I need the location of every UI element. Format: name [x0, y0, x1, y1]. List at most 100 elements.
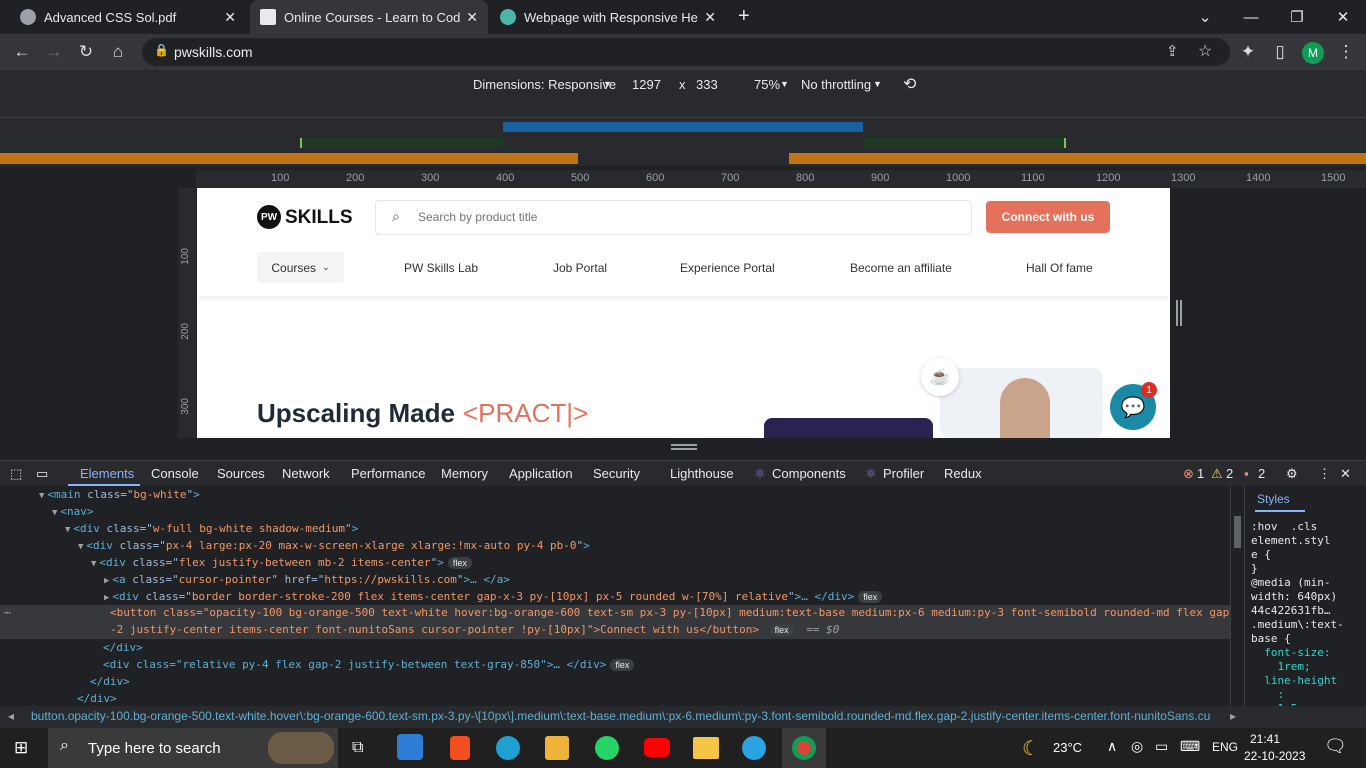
style-rule-line[interactable]: line-height: [1251, 674, 1337, 687]
dom-tree-line[interactable]: ▼ <div class="flex justify-between mb-2 i…: [0, 554, 1230, 571]
dom-tree-line[interactable]: <div class="relative py-4 flex gap-2 jus…: [0, 656, 1230, 673]
flex-badge[interactable]: flex: [610, 659, 635, 671]
address-bar[interactable]: 🔒 pwskills.com ⇪ ☆: [142, 38, 1230, 66]
expand-arrow-icon[interactable]: ▶: [104, 576, 109, 586]
height-input[interactable]: 333: [696, 77, 718, 92]
max-width-query-bar[interactable]: [503, 122, 863, 132]
devtools-menu-icon[interactable]: ⋮: [1318, 466, 1331, 482]
close-icon[interactable]: ✕: [466, 9, 478, 26]
styles-pane[interactable]: Styles :hov .cls element.styl e {} @media (…: [1244, 486, 1366, 706]
nav-link-hall-of-fame[interactable]: Hall Of fame: [1026, 261, 1093, 275]
task-view-icon[interactable]: ⧉: [352, 739, 363, 757]
attr-value[interactable]: w-full bg-white shadow-medium: [153, 522, 345, 535]
dom-tree-line[interactable]: ▼ <nav>: [0, 503, 1230, 520]
expand-arrow-icon[interactable]: ▼: [78, 542, 83, 552]
close-devtools-icon[interactable]: ✕: [1340, 466, 1351, 482]
side-panel-icon[interactable]: ▯: [1266, 38, 1294, 66]
share-icon[interactable]: ⇪: [1166, 42, 1179, 60]
search-box[interactable]: ⌕: [375, 200, 972, 235]
attr-value[interactable]: border border-stroke-200 flex items-cent…: [192, 590, 788, 603]
tab-components[interactable]: Components: [772, 466, 846, 481]
style-rule-line[interactable]: :hov .cls: [1251, 520, 1317, 533]
breadcrumb-path[interactable]: button.opacity-100.bg-orange-500.text-wh…: [31, 709, 1221, 723]
close-icon[interactable]: ✕: [224, 9, 236, 26]
flex-badge[interactable]: flex: [769, 624, 794, 636]
dom-tree-line[interactable]: </div>: [0, 690, 1230, 706]
style-rule-line[interactable]: e {: [1251, 548, 1271, 561]
dom-tree-line[interactable]: ▶ <a class="cursor-pointer" href="https:/…: [0, 571, 1230, 588]
style-rule-line[interactable]: font-size:: [1251, 646, 1330, 659]
minimize-icon[interactable]: —: [1228, 0, 1274, 34]
tab-styles[interactable]: Styles: [1257, 492, 1290, 506]
style-rule-line[interactable]: :: [1251, 688, 1284, 701]
expand-arrow-icon[interactable]: ▼: [52, 508, 57, 518]
style-rule-line[interactable]: 1rem;: [1251, 660, 1310, 673]
battery-icon[interactable]: ▭: [1155, 738, 1168, 755]
resize-handle[interactable]: [1176, 300, 1182, 326]
menu-kebab-icon[interactable]: ⋮: [1332, 38, 1360, 66]
meet-icon[interactable]: ◎: [1131, 738, 1143, 755]
close-window-icon[interactable]: ✕: [1320, 0, 1366, 34]
dom-tree-line[interactable]: </div>: [0, 673, 1230, 690]
inspect-icon[interactable]: ⬚: [10, 466, 22, 482]
settings-gear-icon[interactable]: ⚙: [1286, 466, 1298, 482]
rotate-icon[interactable]: ⟲: [903, 74, 916, 94]
error-icon[interactable]: ⊗: [1183, 466, 1194, 482]
style-rule-line[interactable]: element.styl: [1251, 534, 1330, 547]
width-input[interactable]: 1297: [632, 77, 661, 92]
nav-link-pw-skills-lab[interactable]: PW Skills Lab: [404, 261, 478, 275]
style-rule-line[interactable]: }: [1251, 562, 1258, 575]
flex-badge[interactable]: flex: [858, 591, 883, 603]
youtube-icon[interactable]: [644, 738, 670, 757]
connect-button[interactable]: Connect with us: [986, 201, 1110, 233]
tab-lighthouse[interactable]: Lighthouse: [670, 466, 734, 481]
resize-handle[interactable]: [671, 444, 697, 450]
chrome-taskbar-item[interactable]: [782, 728, 826, 768]
tab-security[interactable]: Security: [593, 466, 640, 481]
expand-arrow-icon[interactable]: ▼: [65, 525, 70, 535]
tab-sources[interactable]: Sources: [217, 466, 265, 481]
new-tab-button[interactable]: +: [738, 5, 750, 28]
figma-icon[interactable]: [450, 736, 470, 760]
scroll-left-icon[interactable]: ◂: [8, 709, 14, 723]
home-icon[interactable]: ⌂: [104, 38, 132, 66]
avatar[interactable]: M: [1302, 42, 1324, 64]
tab-application[interactable]: Application: [509, 466, 573, 481]
selected-node[interactable]: ⋯ <button class="opacity-100 bg-orange-5…: [0, 605, 1230, 639]
range-query-bar[interactable]: [863, 138, 1066, 148]
tab-profiler[interactable]: Profiler: [883, 466, 924, 481]
min-width-query-bar[interactable]: [789, 153, 1366, 164]
restore-icon[interactable]: ❐: [1274, 0, 1320, 34]
min-width-query-bar[interactable]: [0, 153, 578, 164]
attr-value[interactable]: px-4 large:px-20 max-w-screen-xlarge xla…: [166, 539, 577, 552]
back-icon[interactable]: ←: [8, 38, 36, 66]
throttling-select[interactable]: No throttling: [801, 77, 871, 92]
dom-scrollbar[interactable]: [1230, 486, 1244, 706]
tab-redux[interactable]: Redux: [944, 466, 982, 481]
nav-link-job-portal[interactable]: Job Portal: [553, 261, 607, 275]
tab-performance[interactable]: Performance: [351, 466, 425, 481]
tab-memory[interactable]: Memory: [441, 466, 488, 481]
device-toggle-icon[interactable]: ▭: [36, 466, 48, 482]
elements-dom-tree[interactable]: ▼ <main class="bg-white"> ▼ <nav> ▼ <div clas…: [0, 486, 1230, 706]
extensions-icon[interactable]: ✦: [1234, 38, 1262, 66]
attr-value[interactable]: flex justify-between mb-2 items-center: [179, 556, 431, 569]
attr-value[interactable]: bg-white: [134, 488, 187, 501]
taskbar-search[interactable]: ⌕ Type here to search: [48, 728, 338, 768]
dom-tree-line[interactable]: ▶ <div class="border border-stroke-200 fl…: [0, 588, 1230, 605]
tab-webpage[interactable]: Webpage with Responsive Head ✕: [490, 0, 726, 34]
expand-arrow-icon[interactable]: ▼: [39, 491, 44, 501]
style-rule-line[interactable]: width: 640px): [1251, 590, 1337, 603]
style-rule-line[interactable]: base {: [1251, 632, 1291, 645]
tab-search-icon[interactable]: ⌄: [1182, 0, 1228, 34]
edge-icon[interactable]: [496, 736, 520, 760]
range-query-bar[interactable]: [300, 138, 503, 148]
telegram-icon[interactable]: [742, 736, 766, 760]
weather-temp[interactable]: 23°C: [1053, 740, 1082, 755]
nav-link-affiliate[interactable]: Become an affiliate: [850, 261, 952, 275]
zoom-select[interactable]: 75%: [754, 77, 780, 92]
attr-value[interactable]: cursor-pointer: [179, 573, 272, 586]
dom-tree-line[interactable]: ▼ <div class="px-4 large:px-20 max-w-scre…: [0, 537, 1230, 554]
dom-tree-line[interactable]: </div>: [0, 639, 1230, 656]
dimensions-select[interactable]: Dimensions: Responsive: [473, 77, 616, 92]
